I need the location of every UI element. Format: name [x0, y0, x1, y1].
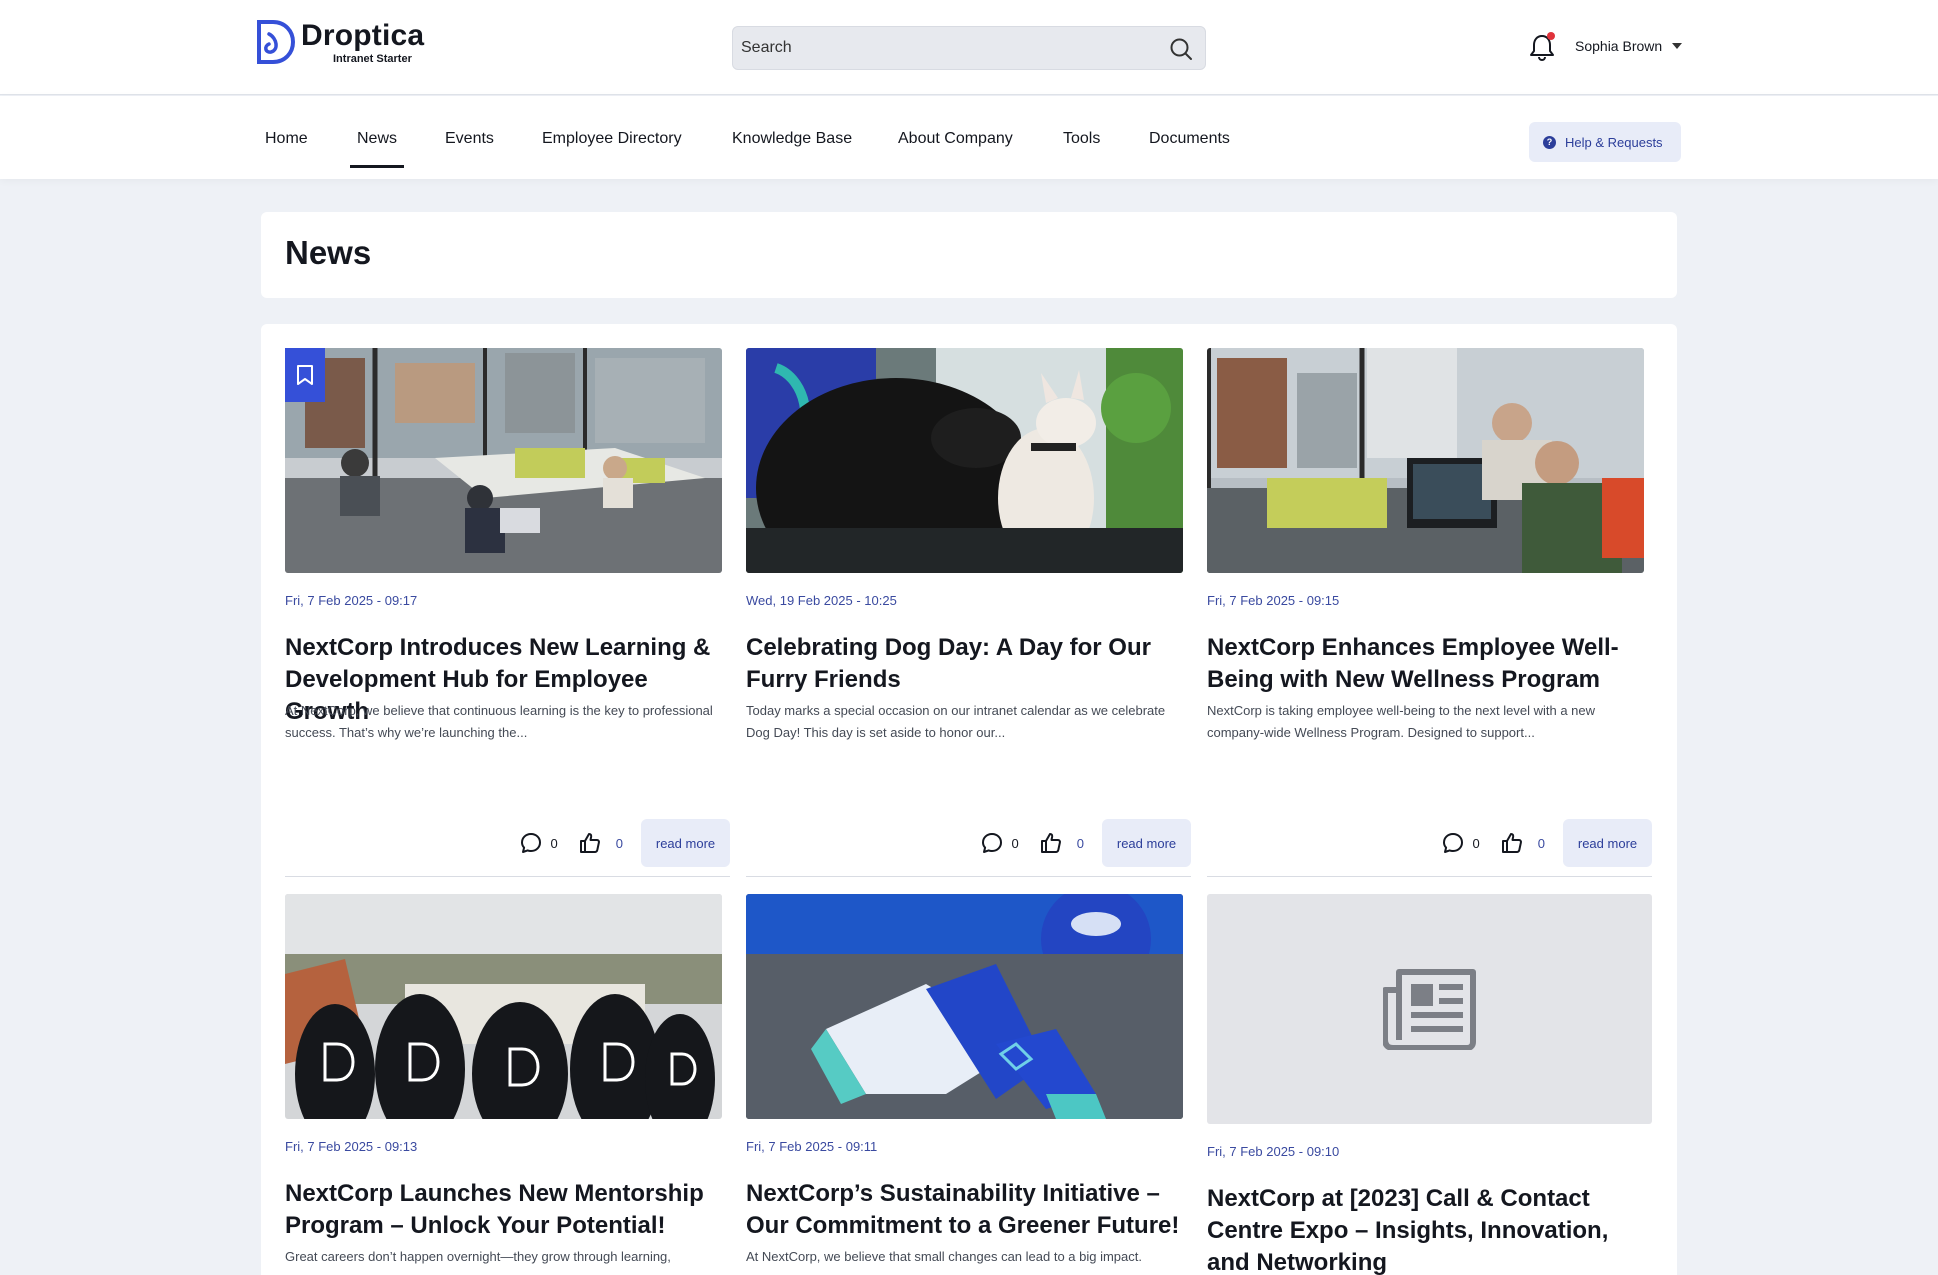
news-date: Fri, 7 Feb 2025 - 09:17	[285, 593, 418, 608]
news-card: Fri, 7 Feb 2025 - 09:15 NextCorp Enhance…	[1207, 348, 1652, 868]
nav-item-employee-directory[interactable]: Employee Directory	[542, 130, 682, 148]
thumbs-up-icon	[579, 833, 600, 853]
news-title[interactable]: NextCorp’s Sustainability Initiative – O…	[746, 1178, 1191, 1242]
like-button[interactable]: 0	[578, 831, 623, 855]
news-list: Fri, 7 Feb 2025 - 09:17 NextCorp Introdu…	[261, 324, 1677, 1275]
comment-icon	[520, 833, 541, 853]
news-card: Fri, 7 Feb 2025 - 09:10 NextCorp at [202…	[1207, 894, 1652, 1275]
news-actions: 0 0 read more	[519, 819, 730, 867]
news-image[interactable]	[1207, 348, 1644, 573]
help-label: Help & Requests	[1565, 134, 1663, 150]
likes-count: 0	[1076, 835, 1084, 851]
news-title[interactable]: NextCorp Launches New Mentorship Program…	[285, 1178, 730, 1242]
brand-name: Droptica	[301, 19, 425, 52]
comments-button[interactable]: 0	[519, 831, 558, 855]
search-box	[732, 26, 1206, 70]
notification-badge	[1547, 32, 1555, 40]
news-image[interactable]	[285, 348, 722, 573]
divider	[285, 876, 730, 877]
news-summary: Today marks a special occasion on our in…	[746, 703, 1166, 740]
nav-item-knowledge-base[interactable]: Knowledge Base	[732, 130, 852, 148]
news-summary: At NextCorp, we believe that small chang…	[746, 1249, 1142, 1264]
read-more-button[interactable]: read more	[641, 819, 730, 867]
header: Droptica Intranet Starter Sophia Brown	[0, 0, 1938, 95]
news-summary: At NextCorp, we believe that continuous …	[285, 703, 713, 740]
like-button[interactable]: 0	[1039, 831, 1084, 855]
droptica-logo-icon	[257, 20, 295, 64]
colleagues-at-desk-photo	[1207, 348, 1644, 573]
search-input[interactable]	[733, 27, 1133, 69]
news-card: Fri, 7 Feb 2025 - 09:13 NextCorp Launche…	[285, 894, 730, 1275]
thumbs-up-icon	[1501, 833, 1522, 853]
news-card: Wed, 19 Feb 2025 - 10:25 Celebrating Dog…	[746, 348, 1191, 868]
logo[interactable]: Droptica Intranet Starter	[255, 20, 424, 65]
page-title-card: News	[261, 212, 1677, 298]
news-image[interactable]	[1207, 894, 1652, 1124]
notifications-button[interactable]	[1528, 32, 1556, 62]
divider	[1207, 876, 1652, 877]
news-title[interactable]: Celebrating Dog Day: A Day for Our Furry…	[746, 632, 1191, 696]
team-hoodies-photo	[285, 894, 722, 1119]
user-name: Sophia Brown	[1575, 38, 1663, 54]
news-date: Fri, 7 Feb 2025 - 09:10	[1207, 1144, 1340, 1159]
brand-subtitle: Intranet Starter	[333, 53, 412, 65]
comments-count: 0	[1011, 835, 1019, 851]
news-date: Fri, 7 Feb 2025 - 09:11	[746, 1139, 878, 1154]
nav-item-events[interactable]: Events	[445, 130, 494, 148]
bookmark-button[interactable]	[285, 348, 325, 402]
news-card: Fri, 7 Feb 2025 - 09:17 NextCorp Introdu…	[285, 348, 730, 868]
news-date: Fri, 7 Feb 2025 - 09:15	[1207, 593, 1340, 608]
news-summary: NextCorp is taking employee well-being t…	[1207, 703, 1596, 740]
office-dogs-photo	[746, 348, 1183, 573]
news-card: Fri, 7 Feb 2025 - 09:11 NextCorp’s Susta…	[746, 894, 1191, 1275]
news-date: Fri, 7 Feb 2025 - 09:13	[285, 1139, 418, 1154]
nav-item-tools[interactable]: Tools	[1063, 130, 1100, 148]
news-date: Wed, 19 Feb 2025 - 10:25	[746, 593, 897, 608]
comment-icon	[981, 833, 1002, 853]
like-button[interactable]: 0	[1500, 831, 1545, 855]
nav-item-home[interactable]: Home	[265, 130, 308, 148]
comments-button[interactable]: 0	[1441, 831, 1480, 855]
likes-count: 0	[615, 835, 623, 851]
news-actions: 0 0 read more	[980, 819, 1191, 867]
comment-icon	[1442, 833, 1463, 853]
nav-item-documents[interactable]: Documents	[1149, 130, 1230, 148]
nav-item-about-company[interactable]: About Company	[898, 130, 1013, 148]
read-more-button[interactable]: read more	[1102, 819, 1191, 867]
news-title[interactable]: NextCorp Enhances Employee Well-Being wi…	[1207, 632, 1652, 696]
comments-count: 0	[1472, 835, 1480, 851]
news-title[interactable]: NextCorp at [2023] Call & Contact Centre…	[1207, 1183, 1652, 1275]
user-menu[interactable]: Sophia Brown	[1575, 38, 1683, 54]
news-image[interactable]	[285, 894, 722, 1119]
divider	[746, 876, 1191, 877]
comments-button[interactable]: 0	[980, 831, 1019, 855]
read-more-button[interactable]: read more	[1563, 819, 1652, 867]
chevron-down-icon	[1672, 43, 1683, 49]
search-icon[interactable]	[1169, 37, 1193, 61]
page-title: News	[285, 234, 372, 271]
news-summary: Great careers don’t happen overnight—the…	[285, 1249, 671, 1264]
news-image[interactable]	[746, 894, 1183, 1119]
main-nav: Home News Events Employee Directory Know…	[0, 96, 1938, 179]
branded-socks-photo	[746, 894, 1183, 1119]
help-requests-button[interactable]: ? Help & Requests	[1529, 122, 1681, 162]
comments-count: 0	[550, 835, 558, 851]
thumbs-up-icon	[1040, 833, 1061, 853]
help-icon: ?	[1543, 135, 1556, 149]
news-image[interactable]	[746, 348, 1183, 573]
newspaper-placeholder-icon	[1382, 969, 1476, 1050]
news-actions: 0 0 read more	[1441, 819, 1652, 867]
bookmark-icon	[297, 365, 313, 385]
nav-item-news[interactable]: News	[349, 130, 405, 168]
office-workspace-photo	[285, 348, 722, 573]
likes-count: 0	[1537, 835, 1545, 851]
